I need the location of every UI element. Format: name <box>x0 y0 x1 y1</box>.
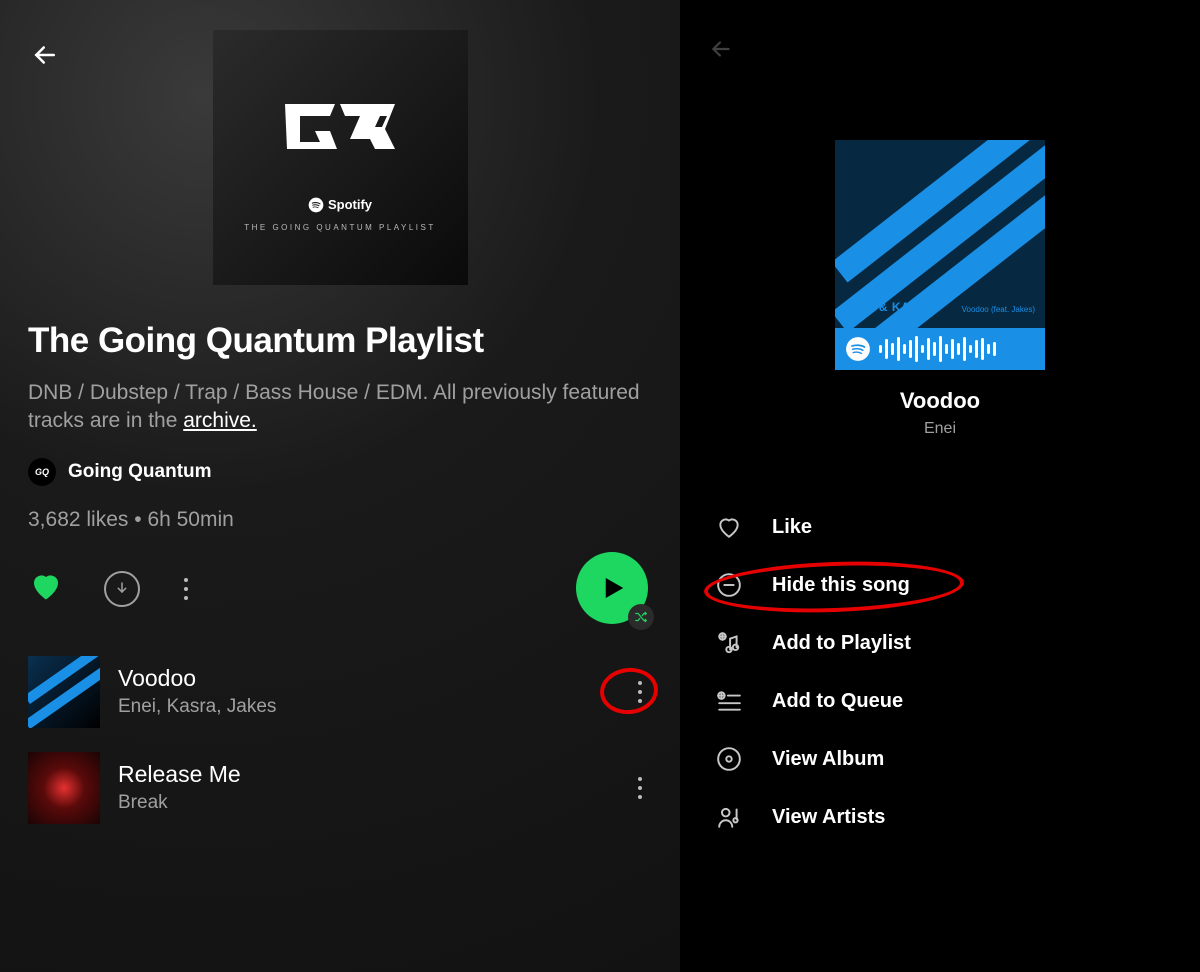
menu-item-add-queue[interactable]: Add to Queue <box>714 672 1166 730</box>
heart-icon <box>714 514 744 540</box>
playlist-stats: 3,682 likes • 6h 50min <box>28 508 652 532</box>
archive-link[interactable]: archive. <box>183 409 257 432</box>
cover-artist-label: ENEI & KASRA <box>845 300 937 314</box>
gq-logo-icon <box>275 94 405 169</box>
song-cover: ENEI & KASRA Voodoo (feat. Jakes) <box>835 140 1045 370</box>
track-title: Voodoo <box>118 665 610 692</box>
author-name[interactable]: Going Quantum <box>68 461 212 483</box>
artists-icon <box>714 804 744 830</box>
download-button[interactable] <box>104 571 140 607</box>
playlist-cover: Spotify THE GOING QUANTUM PLAYLIST <box>213 30 468 285</box>
track-artist: Enei, Kasra, Jakes <box>118 696 610 718</box>
track-title: Release Me <box>118 761 610 788</box>
track-artwork <box>28 752 100 824</box>
song-title: Voodoo <box>900 388 980 414</box>
likes-count: 3,682 likes <box>28 508 128 531</box>
album-icon <box>714 746 744 772</box>
duration: 6h 50min <box>147 508 233 531</box>
spotify-code <box>835 328 1045 370</box>
menu-label: Like <box>772 516 812 539</box>
menu-label: View Album <box>772 748 884 771</box>
spotify-badge: Spotify <box>308 197 372 213</box>
menu-label: View Artists <box>772 806 885 829</box>
back-button[interactable] <box>30 40 60 75</box>
track-row[interactable]: Release Me Break <box>28 752 652 824</box>
cover-subtitle: THE GOING QUANTUM PLAYLIST <box>244 223 436 232</box>
back-button[interactable] <box>708 36 734 67</box>
track-more-button[interactable] <box>628 671 652 713</box>
playlist-description: DNB / Dubstep / Trap / Bass House / EDM.… <box>28 379 648 436</box>
menu-item-view-album[interactable]: View Album <box>714 730 1166 788</box>
spotify-icon <box>845 336 871 362</box>
add-playlist-icon <box>714 630 744 656</box>
add-queue-icon <box>714 688 744 714</box>
track-more-button[interactable] <box>628 767 652 809</box>
description-text: DNB / Dubstep / Trap / Bass House / EDM.… <box>28 381 640 432</box>
menu-item-like[interactable]: Like <box>714 498 1166 556</box>
menu-label: Hide this song <box>772 574 910 597</box>
menu-item-add-playlist[interactable]: Add to Playlist <box>714 614 1166 672</box>
menu-label: Add to Playlist <box>772 632 911 655</box>
like-button[interactable] <box>28 568 64 609</box>
more-options-button[interactable] <box>184 578 188 600</box>
shuffle-badge-icon <box>628 604 654 630</box>
play-button[interactable] <box>576 552 648 624</box>
spotify-label: Spotify <box>328 197 372 212</box>
author-avatar[interactable]: GQ <box>28 458 56 486</box>
menu-item-view-artists[interactable]: View Artists <box>714 788 1166 846</box>
track-artist: Break <box>118 792 610 814</box>
track-row[interactable]: Voodoo Enei, Kasra, Jakes <box>28 656 652 728</box>
cover-song-label: Voodoo (feat. Jakes) <box>962 305 1035 314</box>
menu-item-hide-song[interactable]: Hide this song <box>714 556 1166 614</box>
playlist-title: The Going Quantum Playlist <box>28 321 652 361</box>
hide-icon <box>714 572 744 598</box>
song-artist: Enei <box>924 420 956 438</box>
menu-label: Add to Queue <box>772 690 903 713</box>
track-artwork <box>28 656 100 728</box>
